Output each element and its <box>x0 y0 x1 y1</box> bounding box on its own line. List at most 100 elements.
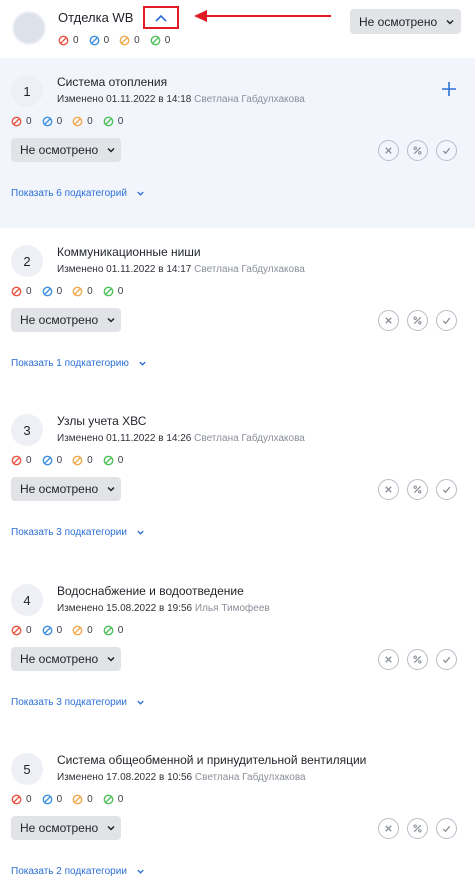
counter-orange: 0 <box>72 625 93 636</box>
category-meta: Изменено 01.11.2022 в 14:17 Светлана Габ… <box>57 264 305 275</box>
red-ban-icon <box>11 286 22 297</box>
approve-button[interactable] <box>436 818 457 839</box>
counter-blue: 0 <box>42 116 62 127</box>
counter-green: 0 <box>103 286 123 297</box>
changed-date: 17.08.2022 в 10:56 <box>106 772 193 783</box>
counter-red: 0 <box>11 286 32 297</box>
status-dropdown[interactable]: Не осмотрено <box>11 647 121 671</box>
category-counters: 0000 <box>11 625 123 636</box>
category-title[interactable]: Водоснабжение и водоотведение <box>57 584 244 598</box>
counter-blue: 0 <box>89 35 109 46</box>
blue-ban-icon <box>42 286 53 297</box>
changed-label: Изменено <box>57 603 104 614</box>
object-title: Отделка WB <box>58 10 134 25</box>
show-subcategories-link[interactable]: Показать 2 подкатегории <box>11 866 145 877</box>
reject-icon <box>385 486 392 493</box>
approve-icon <box>442 656 451 664</box>
partial-button[interactable] <box>407 140 428 161</box>
subcategories-label: Показать 6 подкатегорий <box>11 188 127 199</box>
category-title[interactable]: Узлы учета ХВС <box>57 414 146 428</box>
red-ban-icon <box>11 794 22 805</box>
subcategories-label: Показать 3 подкатегории <box>11 527 127 538</box>
status-label: Не осмотрено <box>20 652 99 666</box>
category-counters: 0000 <box>11 455 123 466</box>
percent-icon <box>413 655 422 664</box>
percent-icon <box>413 146 422 155</box>
category-actions <box>378 479 457 500</box>
category-number: 3 <box>11 414 43 446</box>
red-ban-icon <box>11 455 22 466</box>
status-label: Не осмотрено <box>20 313 99 327</box>
green-ban-icon <box>103 116 114 127</box>
partial-button[interactable] <box>407 818 428 839</box>
status-dropdown[interactable]: Не осмотрено <box>11 477 121 501</box>
green-ban-icon <box>150 35 161 46</box>
counter-blue: 0 <box>42 286 62 297</box>
partial-button[interactable] <box>407 479 428 500</box>
blue-ban-icon <box>42 625 53 636</box>
chevron-down-icon <box>107 656 115 662</box>
partial-button[interactable] <box>407 649 428 670</box>
subcategories-label: Показать 3 подкатегории <box>11 697 127 708</box>
green-ban-icon <box>103 286 114 297</box>
partial-button[interactable] <box>407 310 428 331</box>
category-title[interactable]: Система общеобменной и принудительной ве… <box>57 753 366 767</box>
collapse-button[interactable] <box>143 6 179 29</box>
header-status-dropdown[interactable]: Не осмотрено <box>350 9 461 34</box>
status-dropdown[interactable]: Не осмотрено <box>11 138 121 162</box>
category-counters: 0000 <box>11 286 123 297</box>
category-meta: Изменено 17.08.2022 в 10:56 Светлана Габ… <box>57 772 306 783</box>
category-section: 2 Коммуникационные ниши Изменено 01.11.202… <box>0 228 475 398</box>
category-title[interactable]: Коммуникационные ниши <box>57 245 201 259</box>
approve-button[interactable] <box>436 310 457 331</box>
counter-green: 0 <box>103 455 123 466</box>
counter-orange: 0 <box>72 286 93 297</box>
counter-orange: 0 <box>72 794 93 805</box>
author-name: Светлана Габдулхакова <box>194 264 305 275</box>
blue-ban-icon <box>42 116 53 127</box>
counter-orange: 0 <box>72 116 93 127</box>
counter-blue: 0 <box>42 625 62 636</box>
show-subcategories-link[interactable]: Показать 3 подкатегории <box>11 527 145 538</box>
status-dropdown[interactable]: Не осмотрено <box>11 308 121 332</box>
object-header: Отделка WB Не осмотрено 0 0 0 0 <box>0 0 475 58</box>
show-subcategories-link[interactable]: Показать 6 подкатегорий <box>11 188 145 199</box>
category-number: 4 <box>11 584 43 616</box>
status-label: Не осмотрено <box>20 821 99 835</box>
chevron-down-icon <box>446 19 454 25</box>
reject-button[interactable] <box>378 140 399 161</box>
avatar <box>12 11 46 45</box>
reject-button[interactable] <box>378 479 399 500</box>
approve-button[interactable] <box>436 649 457 670</box>
counter-orange: 0 <box>72 455 93 466</box>
red-ban-icon <box>11 625 22 636</box>
reject-icon <box>385 317 392 324</box>
approve-icon <box>442 825 451 833</box>
status-label: Не осмотрено <box>20 482 99 496</box>
chevron-down-icon <box>107 317 115 323</box>
reject-icon <box>385 147 392 154</box>
changed-date: 15.08.2022 в 19:56 <box>106 603 193 614</box>
category-meta: Изменено 01.11.2022 в 14:26 Светлана Габ… <box>57 433 305 444</box>
percent-icon <box>413 824 422 833</box>
category-counters: 0000 <box>11 794 123 805</box>
reject-button[interactable] <box>378 649 399 670</box>
status-dropdown[interactable]: Не осмотрено <box>11 816 121 840</box>
reject-button[interactable] <box>378 818 399 839</box>
category-title[interactable]: Система отопления <box>57 75 167 89</box>
counter-red: 0 <box>11 625 32 636</box>
show-subcategories-link[interactable]: Показать 3 подкатегории <box>11 697 145 708</box>
blue-ban-icon <box>89 35 100 46</box>
orange-ban-icon <box>72 455 83 466</box>
subcategories-label: Показать 1 подкатегорию <box>11 358 129 369</box>
blue-ban-icon <box>42 455 53 466</box>
orange-ban-icon <box>72 286 83 297</box>
orange-ban-icon <box>72 625 83 636</box>
reject-button[interactable] <box>378 310 399 331</box>
approve-button[interactable] <box>436 479 457 500</box>
approve-button[interactable] <box>436 140 457 161</box>
category-actions <box>378 140 457 161</box>
add-icon[interactable] <box>440 80 458 98</box>
category-number: 5 <box>11 753 43 785</box>
show-subcategories-link[interactable]: Показать 1 подкатегорию <box>11 358 147 369</box>
